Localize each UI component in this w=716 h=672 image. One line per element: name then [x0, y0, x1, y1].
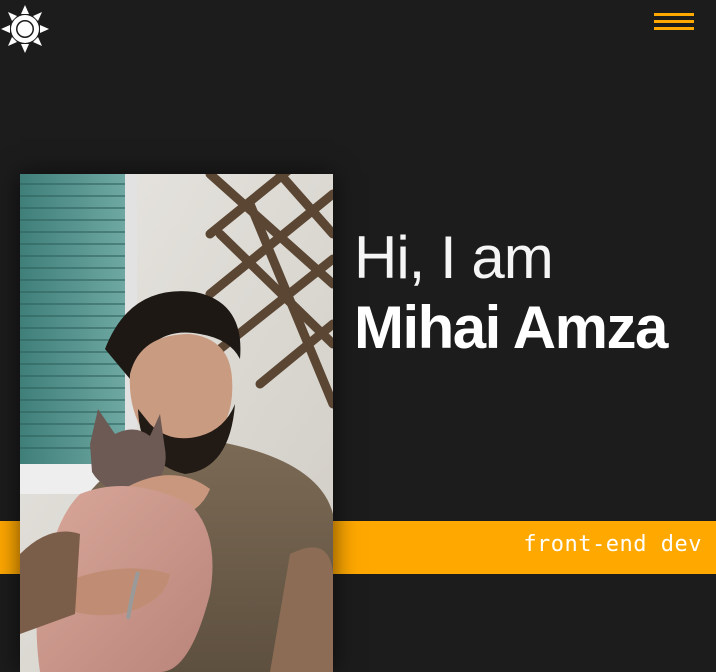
menu-line [654, 20, 694, 23]
menu-line [654, 13, 694, 16]
sun-icon[interactable] [0, 4, 50, 54]
menu-line [654, 27, 694, 30]
greeting-text: Hi, I am [354, 224, 554, 291]
name-heading: Mihai Amza [354, 294, 668, 361]
hamburger-menu-icon[interactable] [650, 10, 698, 38]
profile-photo [20, 174, 333, 672]
role-label: front-end dev [523, 532, 702, 557]
